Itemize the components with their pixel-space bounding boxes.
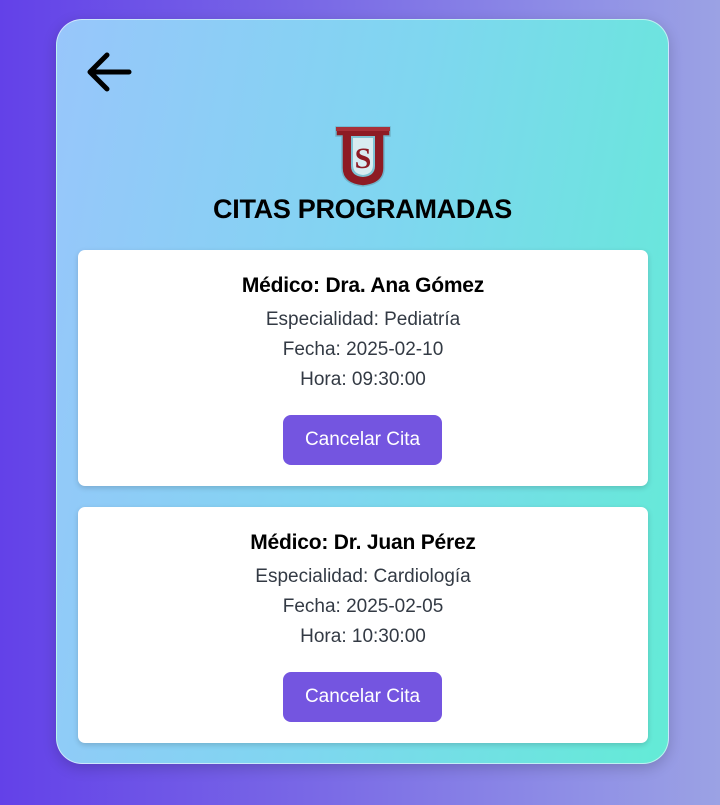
doctor-name: Médico: Dra. Ana Gómez [241,274,485,297]
appointment-card: Médico: Dr. Juan Pérez Especialidad: Car… [78,507,648,743]
back-button[interactable] [83,50,135,96]
specialty-text: Especialidad: Pediatría [265,309,461,330]
us-shield-logo-icon: S [335,126,391,187]
appointments-panel: S CITAS PROGRAMADAS Médico: Dra. Ana Góm… [56,19,669,764]
cancel-appointment-button[interactable]: Cancelar Cita [283,415,442,465]
specialty-text: Especialidad: Cardiología [255,566,471,587]
appointment-card: Médico: Dra. Ana Gómez Especialidad: Ped… [78,250,648,486]
svg-text:S: S [355,142,372,175]
arrow-left-icon [87,52,132,92]
doctor-name: Médico: Dr. Juan Pérez [250,531,476,554]
date-text: Fecha: 2025-02-10 [282,339,444,360]
page-title: CITAS PROGRAMADAS [213,194,512,224]
cancel-appointment-button[interactable]: Cancelar Cita [283,672,442,722]
date-text: Fecha: 2025-02-05 [282,596,444,617]
time-text: Hora: 09:30:00 [300,369,426,390]
time-text: Hora: 10:30:00 [300,626,426,647]
